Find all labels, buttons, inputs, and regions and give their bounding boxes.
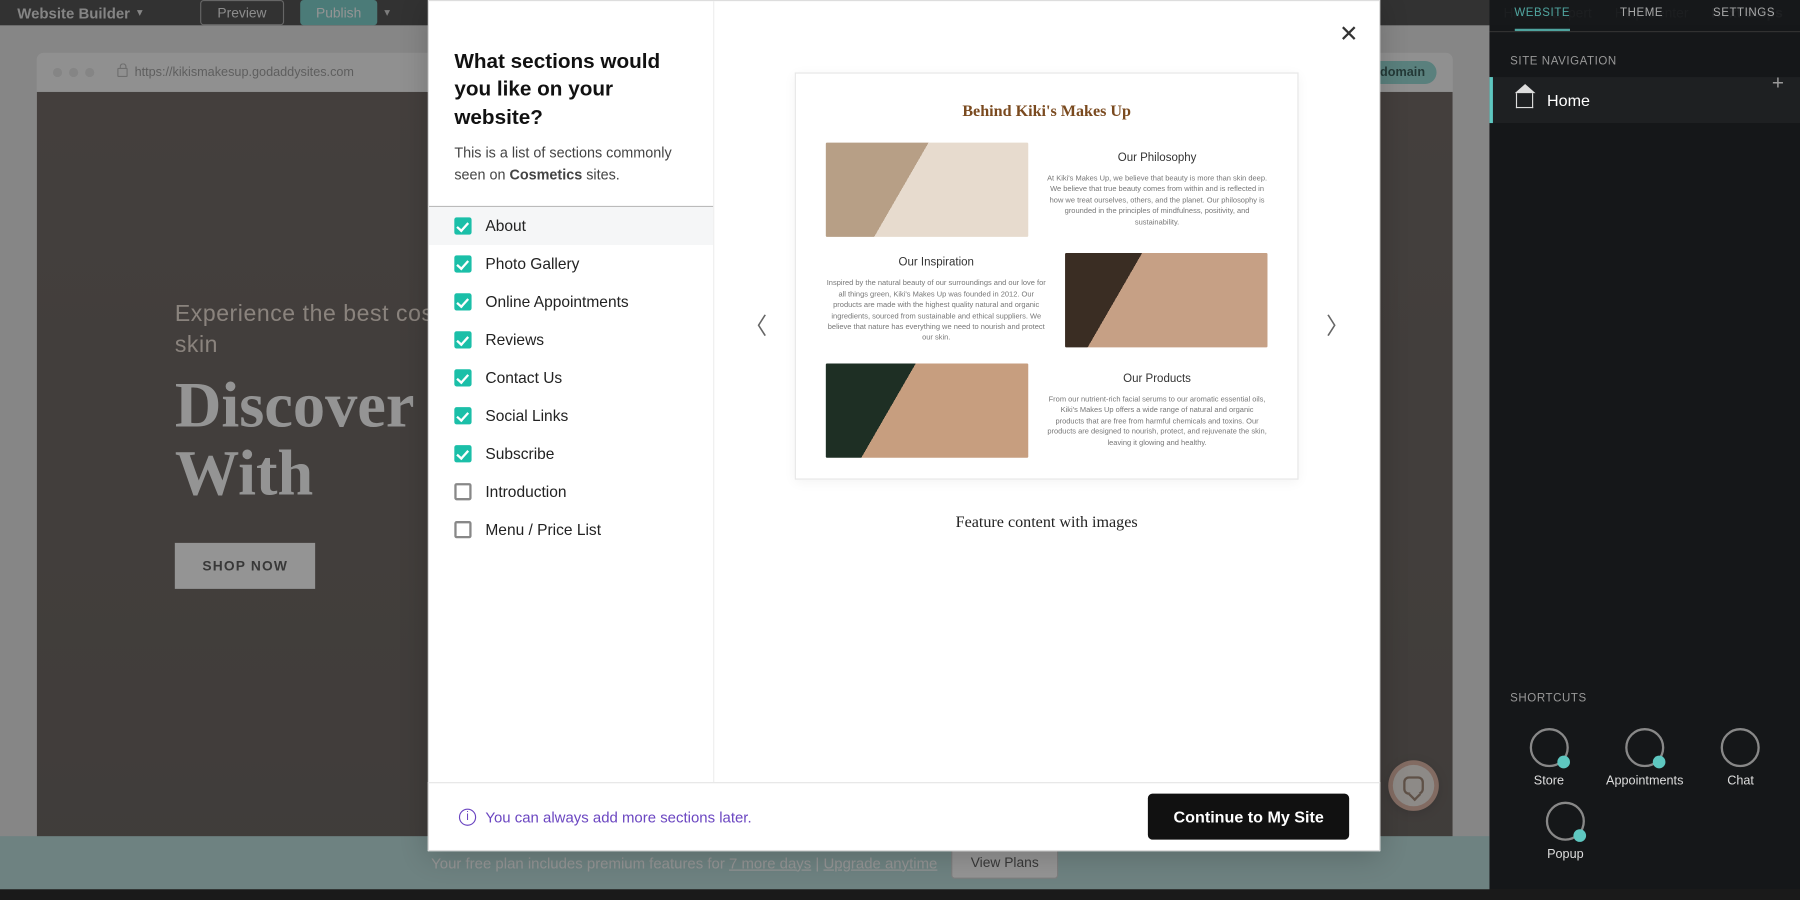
- section-label: About: [485, 218, 526, 235]
- section-label: Social Links: [485, 408, 568, 425]
- section-option[interactable]: Online Appointments: [429, 283, 713, 321]
- checkbox-icon[interactable]: [454, 484, 471, 501]
- section-label: Online Appointments: [485, 294, 628, 311]
- calendar-icon: [1625, 728, 1664, 767]
- section-label: Subscribe: [485, 446, 554, 463]
- section-label: Reviews: [485, 332, 544, 349]
- shortcut-popup[interactable]: Popup: [1519, 802, 1611, 862]
- checkbox-icon[interactable]: [454, 521, 471, 538]
- modal-info: i You can always add more sections later…: [459, 808, 752, 825]
- preview-caption: Feature content with images: [795, 514, 1299, 532]
- nav-item-home[interactable]: Home: [1489, 77, 1800, 123]
- block-heading: Our Inspiration: [826, 257, 1047, 270]
- shortcuts-heading: SHORTCUTS: [1489, 681, 1800, 721]
- checkbox-icon[interactable]: [454, 218, 471, 235]
- modal-right-panel: 〈 〉 Behind Kiki's Makes Up Our Philosoph…: [714, 1, 1379, 850]
- block-body: From our nutrient-rich facial serums to …: [1047, 394, 1268, 448]
- continue-button[interactable]: Continue to My Site: [1148, 794, 1349, 840]
- tab-settings[interactable]: SETTINGS: [1713, 7, 1775, 20]
- carousel-next-icon[interactable]: 〉: [1326, 307, 1349, 340]
- modal-subtitle: This is a list of sections commonly seen…: [429, 142, 713, 206]
- preview-section-title: Behind Kiki's Makes Up: [826, 104, 1268, 122]
- tab-theme[interactable]: THEME: [1620, 7, 1663, 20]
- block-body: At Kiki's Makes Up, we believe that beau…: [1047, 174, 1268, 228]
- section-label: Photo Gallery: [485, 256, 579, 273]
- nav-item-label: Home: [1547, 91, 1590, 109]
- add-page-icon[interactable]: +: [1772, 71, 1784, 95]
- popup-icon: [1546, 802, 1585, 841]
- shortcut-appointments[interactable]: Appointments: [1599, 728, 1691, 788]
- carousel-prev-icon[interactable]: 〈: [744, 307, 767, 340]
- nav-heading: SITE NAVIGATION: [1489, 32, 1800, 77]
- preview-image: [1065, 253, 1267, 347]
- modal-title: What sections would you like on your web…: [454, 47, 687, 131]
- shortcut-chat[interactable]: Chat: [1695, 728, 1787, 788]
- preview-image: [826, 363, 1028, 457]
- section-option[interactable]: Menu / Price List: [429, 511, 713, 549]
- block-heading: Our Philosophy: [1047, 152, 1268, 165]
- checkbox-icon[interactable]: [454, 446, 471, 463]
- section-option[interactable]: Introduction: [429, 473, 713, 511]
- checkbox-icon[interactable]: [454, 294, 471, 311]
- block-heading: Our Products: [1047, 373, 1268, 386]
- checkbox-icon[interactable]: [454, 370, 471, 387]
- section-option[interactable]: Subscribe: [429, 435, 713, 473]
- shortcut-store[interactable]: Store: [1503, 728, 1595, 788]
- preview-image: [826, 143, 1028, 237]
- checkbox-icon[interactable]: [454, 256, 471, 273]
- section-label: Introduction: [485, 484, 566, 501]
- section-option[interactable]: About: [429, 207, 713, 245]
- section-preview-card: Behind Kiki's Makes Up Our Philosophy At…: [795, 72, 1299, 479]
- section-list: About Photo Gallery Online Appointments Rev…: [429, 206, 713, 850]
- tab-website[interactable]: WEBSITE: [1514, 7, 1570, 31]
- section-option[interactable]: Reviews: [429, 321, 713, 359]
- section-option[interactable]: Photo Gallery: [429, 245, 713, 283]
- section-option[interactable]: Contact Us: [429, 359, 713, 397]
- section-option[interactable]: Social Links: [429, 397, 713, 435]
- modal-footer: i You can always add more sections later…: [428, 782, 1380, 851]
- block-body: Inspired by the natural beauty of our su…: [826, 279, 1047, 344]
- store-icon: [1529, 728, 1568, 767]
- home-icon: [1516, 93, 1533, 108]
- checkbox-icon[interactable]: [454, 332, 471, 349]
- modal-left-panel: What sections would you like on your web…: [429, 1, 714, 850]
- section-label: Menu / Price List: [485, 521, 601, 538]
- chat-icon: [1721, 728, 1760, 767]
- info-icon: i: [459, 808, 476, 825]
- checkbox-icon[interactable]: [454, 408, 471, 425]
- right-rail: WEBSITE THEME SETTINGS SITE NAVIGATION +…: [1489, 0, 1800, 889]
- sections-modal: ✕ What sections would you like on your w…: [428, 0, 1380, 851]
- section-label: Contact Us: [485, 370, 562, 387]
